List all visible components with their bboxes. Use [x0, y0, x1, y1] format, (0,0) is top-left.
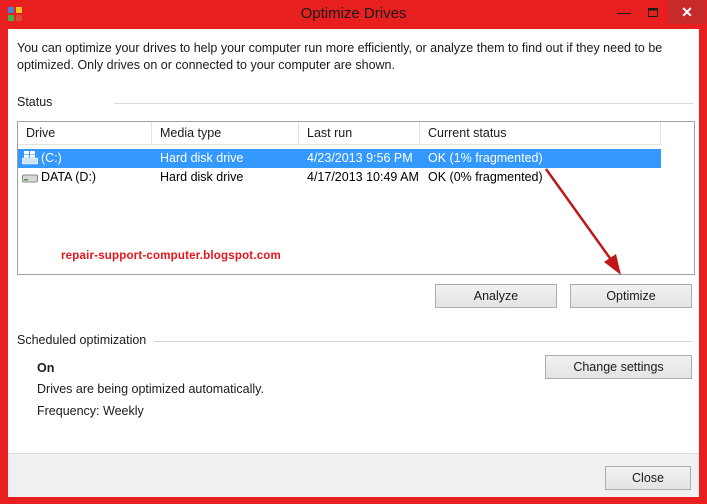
scheduled-divider: [154, 341, 693, 342]
media-type: Hard disk drive: [160, 151, 244, 165]
column-header-last-run[interactable]: Last run: [299, 122, 420, 144]
current-status: OK (0% fragmented): [428, 170, 543, 184]
schedule-state: On: [37, 361, 55, 375]
column-header-drive[interactable]: Drive: [18, 122, 152, 144]
drives-list-header: Drive Media type Last run Current status: [18, 122, 661, 145]
last-run: 4/17/2013 10:49 AM: [307, 170, 419, 184]
media-type: Hard disk drive: [160, 170, 244, 184]
column-header-current-status[interactable]: Current status: [420, 122, 661, 144]
optimize-drives-window: Optimize Drives — ✕ You can optimize you…: [0, 0, 707, 504]
minimize-button[interactable]: —: [610, 0, 638, 24]
dialog-content: You can optimize your drives to help you…: [8, 29, 699, 497]
minimize-icon: —: [617, 4, 631, 20]
scheduled-section-label: Scheduled optimization: [17, 333, 147, 347]
maximize-button[interactable]: [639, 0, 667, 24]
status-divider: [114, 103, 693, 104]
schedule-info: Drives are being optimized automatically…: [37, 382, 264, 396]
maximize-icon: [648, 7, 658, 17]
close-icon: ✕: [681, 3, 693, 20]
hard-drive-icon: [22, 174, 38, 183]
schedule-frequency: Frequency: Weekly: [37, 404, 144, 418]
drive-name: DATA (D:): [41, 170, 97, 184]
last-run: 4/23/2013 9:56 PM: [307, 151, 413, 165]
optimize-button[interactable]: Optimize: [570, 284, 692, 308]
windows-drive-icon: [22, 151, 38, 165]
column-header-media-type[interactable]: Media type: [152, 122, 299, 144]
watermark-text: repair-support-computer.blogspot.com: [61, 250, 281, 262]
current-status: OK (1% fragmented): [428, 151, 543, 165]
title-bar[interactable]: Optimize Drives — ✕: [0, 0, 707, 28]
close-window-button[interactable]: ✕: [668, 0, 706, 24]
close-button[interactable]: Close: [605, 466, 691, 490]
analyze-button[interactable]: Analyze: [435, 284, 557, 308]
dialog-footer: Close: [8, 453, 699, 497]
drive-row-c[interactable]: (C:) Hard disk drive 4/23/2013 9:56 PM O…: [18, 149, 661, 168]
drive-row-d[interactable]: DATA (D:) Hard disk drive 4/17/2013 10:4…: [18, 168, 661, 187]
window-title: Optimize Drives: [300, 5, 407, 22]
change-settings-button[interactable]: Change settings: [545, 355, 692, 379]
description-text: You can optimize your drives to help you…: [17, 41, 663, 72]
drive-name: (C:): [41, 151, 62, 165]
status-section-label: Status: [17, 95, 53, 109]
